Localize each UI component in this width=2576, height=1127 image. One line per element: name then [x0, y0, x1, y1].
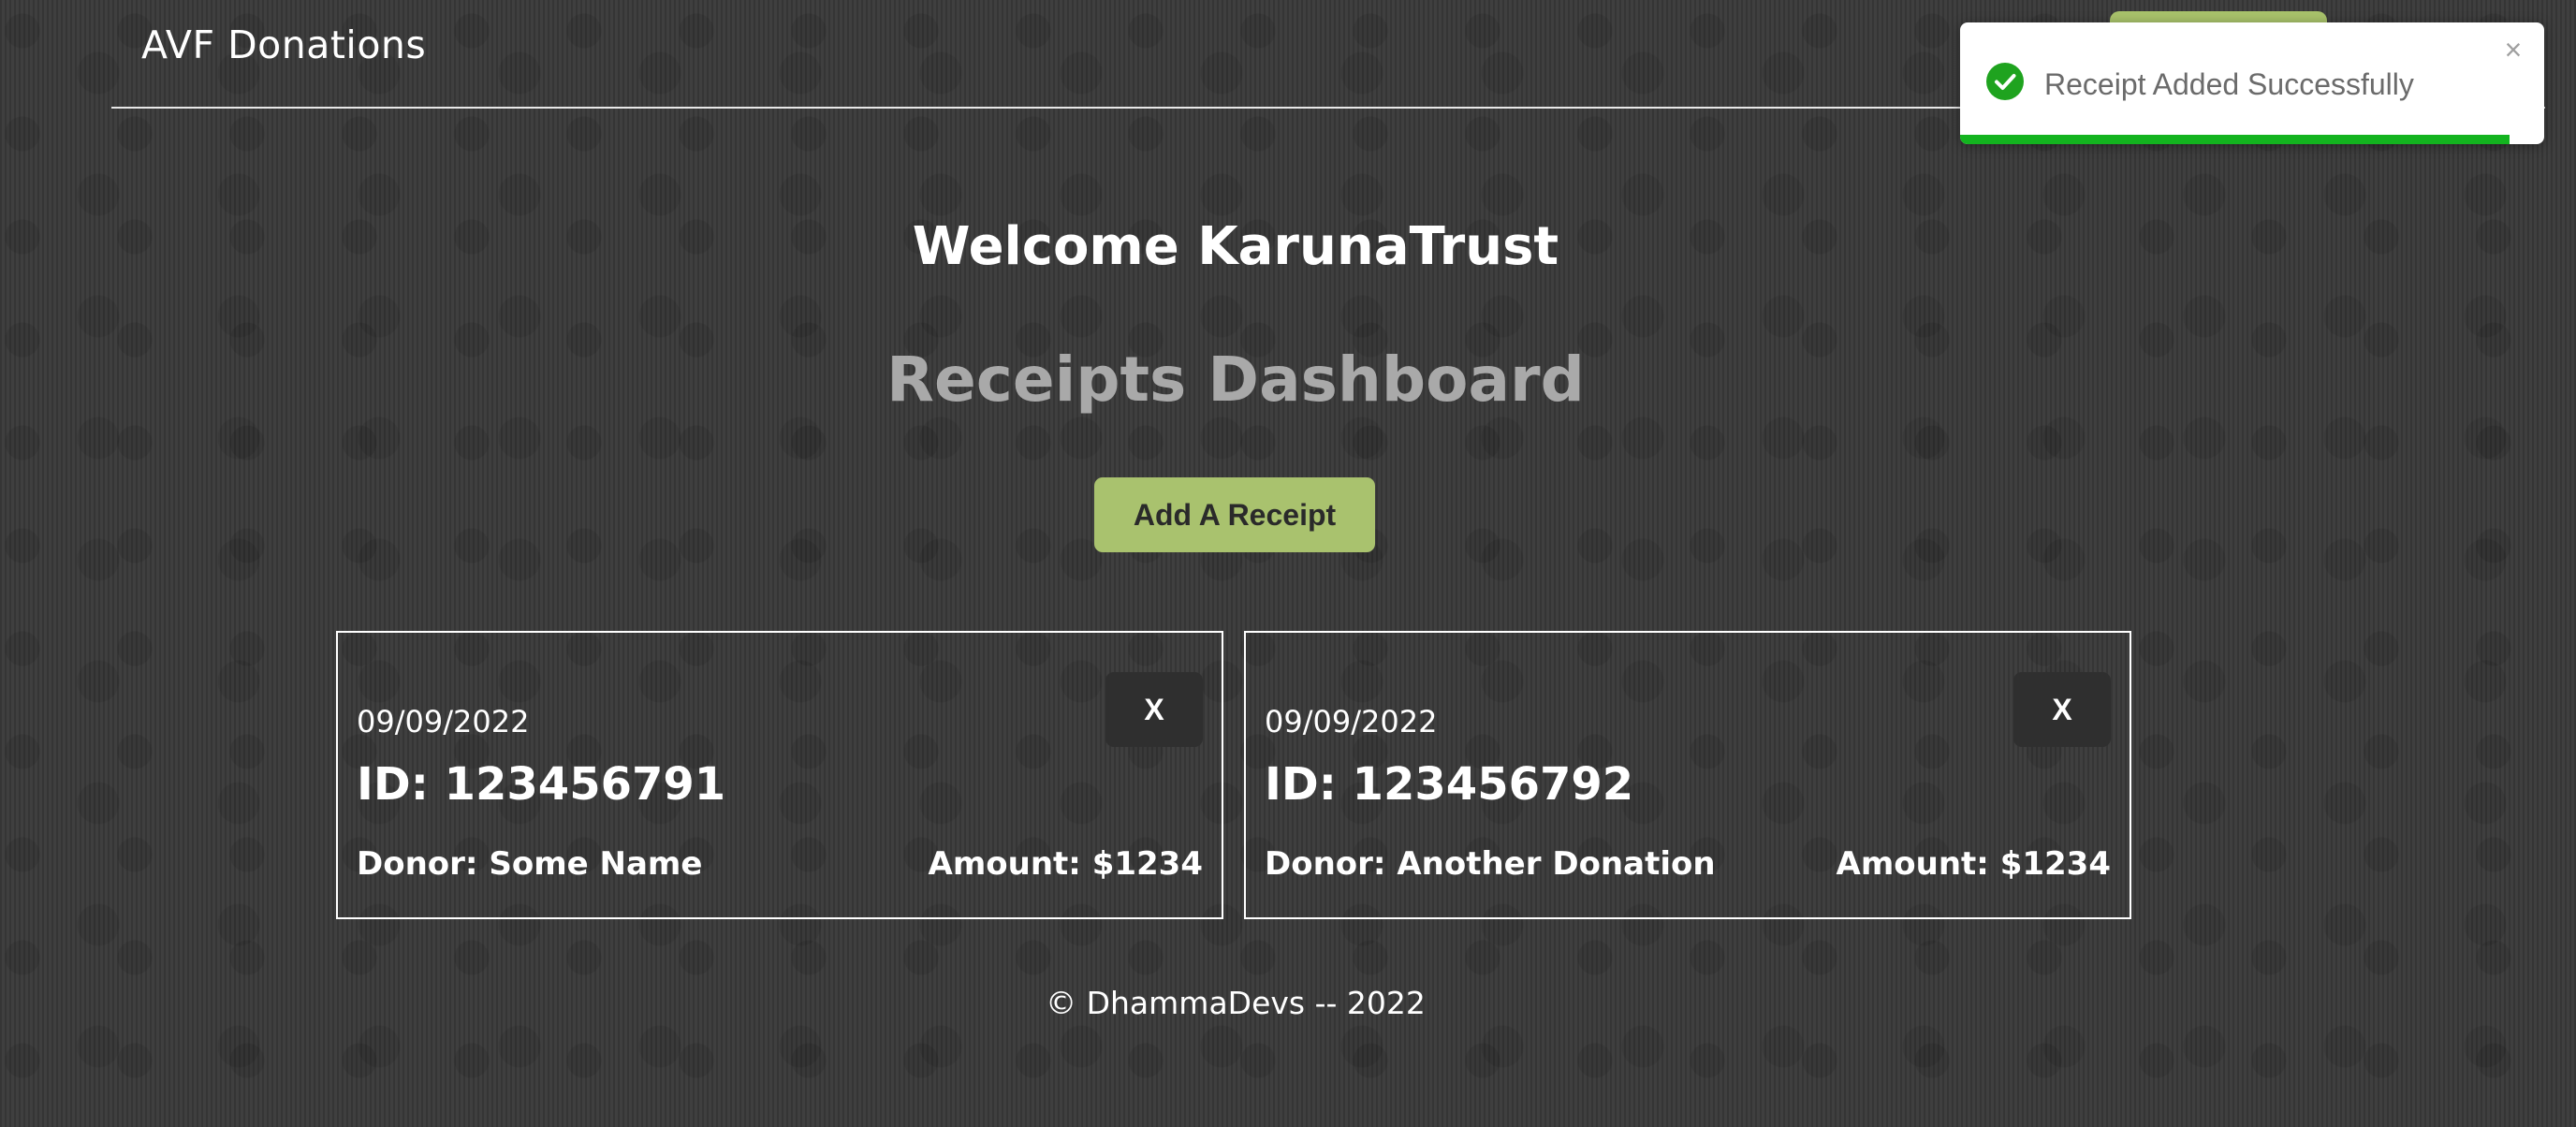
receipt-donor: Donor: Some Name [357, 845, 703, 883]
delete-receipt-button[interactable]: X [1105, 672, 1203, 747]
close-icon[interactable]: × [2499, 35, 2527, 65]
welcome-heading: Welcome KarunaTrust [912, 215, 1559, 277]
toast-message: Receipt Added Successfully [2044, 67, 2414, 101]
check-circle-icon [1986, 63, 2024, 100]
delete-receipt-button[interactable]: X [2013, 672, 2111, 747]
receipts-list: X 09/09/2022 ID: 123456791 Donor: Some N… [336, 631, 2133, 921]
receipt-id: ID: 123456791 [357, 758, 726, 811]
footer-copyright: © DhammaDevs -- 2022 [1046, 985, 1426, 1021]
brand-link[interactable]: AVF Donations [141, 22, 426, 67]
receipt-id: ID: 123456792 [1265, 758, 1634, 811]
receipt-donor: Donor: Another Donation [1265, 845, 1716, 883]
receipt-amount: Amount: $1234 [1836, 845, 2111, 883]
receipt-card: X 09/09/2022 ID: 123456791 Donor: Some N… [336, 631, 1223, 919]
receipt-date: 09/09/2022 [357, 704, 530, 739]
toast-progress-track [1960, 135, 2544, 144]
receipt-date: 09/09/2022 [1265, 704, 1438, 739]
receipt-card: X 09/09/2022 ID: 123456792 Donor: Anothe… [1244, 631, 2131, 919]
page-title: Receipts Dashboard [886, 343, 1585, 416]
success-toast: Receipt Added Successfully × [1960, 22, 2544, 144]
add-receipt-button[interactable]: Add A Receipt [1094, 477, 1375, 552]
receipt-amount: Amount: $1234 [928, 845, 1203, 883]
toast-progress-bar [1960, 135, 2510, 144]
